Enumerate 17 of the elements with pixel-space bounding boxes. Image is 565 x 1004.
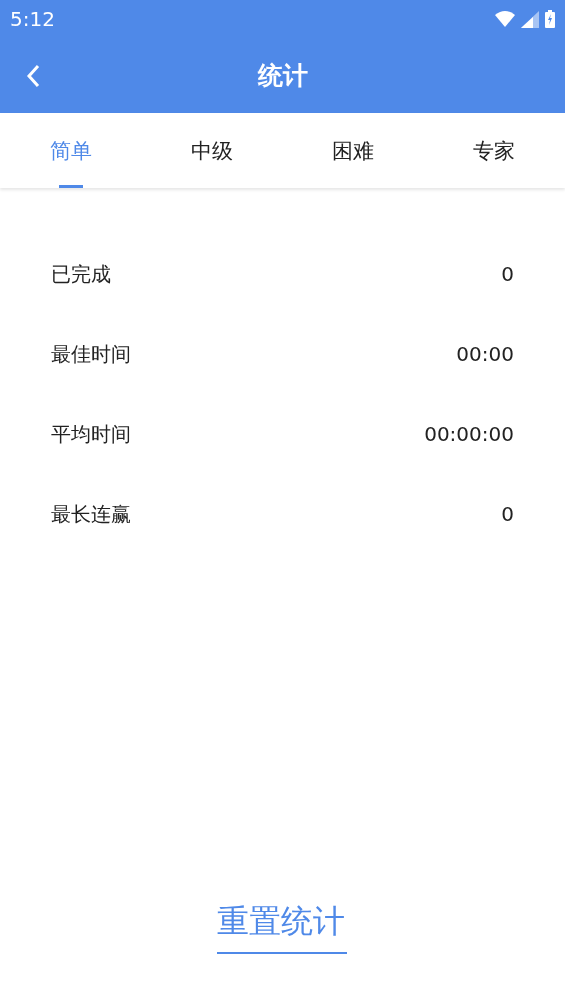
stat-label: 最长连赢 bbox=[51, 500, 131, 528]
stat-value: 0 bbox=[501, 502, 514, 526]
stat-value: 0 bbox=[501, 262, 514, 286]
signal-icon bbox=[521, 10, 539, 28]
page-title: 统计 bbox=[257, 60, 308, 92]
tab[interactable]: 中级 bbox=[141, 113, 283, 188]
tab[interactable]: 困难 bbox=[282, 113, 424, 188]
stat-label: 最佳时间 bbox=[51, 340, 131, 368]
status-time: 5:12 bbox=[10, 7, 55, 31]
stat-label: 已完成 bbox=[51, 260, 111, 288]
stat-value: 00:00 bbox=[456, 342, 514, 366]
tab[interactable]: 专家 bbox=[423, 113, 565, 188]
back-button[interactable] bbox=[24, 62, 42, 90]
wifi-icon bbox=[495, 11, 515, 27]
stat-value: 00:00:00 bbox=[424, 422, 514, 446]
battery-icon bbox=[545, 10, 555, 28]
stat-label: 平均时间 bbox=[51, 420, 131, 448]
